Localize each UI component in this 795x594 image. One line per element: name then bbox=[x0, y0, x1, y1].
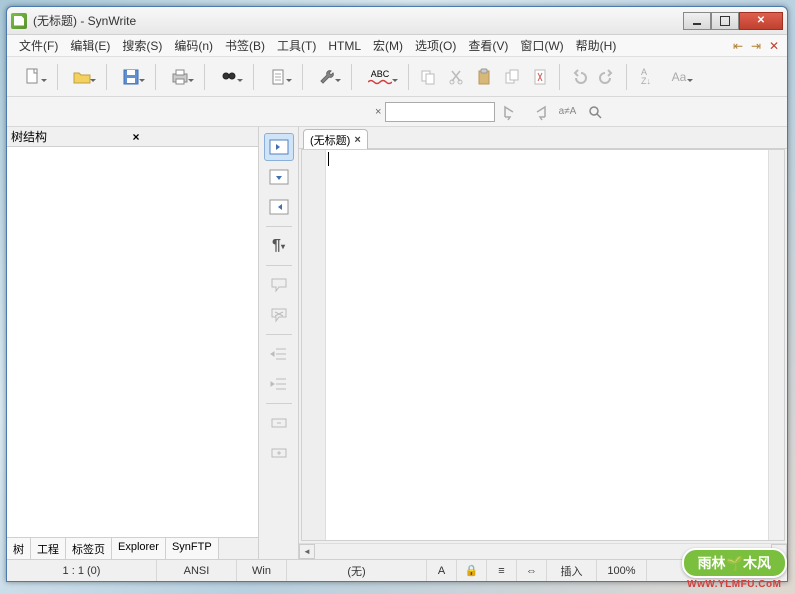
menu-view[interactable]: 查看(V) bbox=[462, 35, 514, 56]
quick-search-input[interactable] bbox=[385, 102, 495, 122]
sidebar-panel: 树结构 × 树 工程 标签页 Explorer SynFTP bbox=[7, 127, 259, 559]
save-button[interactable] bbox=[113, 61, 149, 93]
status-font-icon[interactable]: A bbox=[427, 560, 457, 581]
status-indent-icon[interactable]: ⇔ bbox=[517, 560, 547, 581]
horizontal-scrollbar[interactable]: ◄ ► bbox=[299, 543, 787, 559]
fold-icon[interactable] bbox=[264, 409, 294, 437]
panel-back-icon[interactable] bbox=[264, 133, 294, 161]
editor-gutter bbox=[302, 150, 326, 540]
status-extra: 2_ bbox=[647, 560, 787, 581]
pin-right-icon[interactable]: ⇥ bbox=[749, 39, 763, 53]
tab-strip: (无标题) × bbox=[299, 127, 787, 149]
editor-container bbox=[301, 149, 785, 541]
sort-button[interactable]: AZ↓ bbox=[633, 61, 659, 93]
window-title: (无标题) - SynWrite bbox=[33, 12, 683, 29]
menu-options[interactable]: 选项(O) bbox=[409, 35, 462, 56]
scroll-right-icon[interactable]: ► bbox=[771, 544, 787, 559]
font-button[interactable]: Aa bbox=[661, 61, 697, 93]
panel-down-icon[interactable] bbox=[264, 163, 294, 191]
spellcheck-label: ABC bbox=[371, 69, 390, 79]
document-button[interactable] bbox=[260, 61, 296, 93]
status-encoding[interactable]: ANSI bbox=[157, 560, 237, 581]
find-next-button[interactable] bbox=[499, 100, 523, 124]
duplicate-button[interactable] bbox=[499, 61, 525, 93]
delete-button[interactable] bbox=[527, 61, 553, 93]
editor-area: (无标题) × ◄ ► bbox=[299, 127, 787, 559]
new-file-button[interactable] bbox=[15, 61, 51, 93]
status-position: 1 : 1 (0) bbox=[7, 560, 157, 581]
app-icon bbox=[11, 13, 27, 29]
menu-window[interactable]: 窗口(W) bbox=[514, 35, 569, 56]
search-close-icon[interactable]: × bbox=[375, 106, 381, 118]
redo-button[interactable] bbox=[594, 61, 620, 93]
minimize-button[interactable] bbox=[683, 12, 711, 30]
find-prev-button[interactable] bbox=[527, 100, 551, 124]
sidebar-tab-tabs[interactable]: 标签页 bbox=[66, 538, 112, 559]
menu-edit[interactable]: 编辑(E) bbox=[64, 35, 116, 56]
tree-body[interactable] bbox=[7, 147, 258, 537]
undo-button[interactable] bbox=[566, 61, 592, 93]
indent-icon[interactable] bbox=[264, 340, 294, 368]
status-insert-mode[interactable]: 插入 bbox=[547, 560, 597, 581]
print-button[interactable] bbox=[162, 61, 198, 93]
maximize-button[interactable] bbox=[711, 12, 739, 30]
tab-close-icon[interactable]: × bbox=[354, 134, 360, 146]
menu-macro[interactable]: 宏(M) bbox=[367, 35, 409, 56]
paste-button[interactable] bbox=[471, 61, 497, 93]
menu-encoding[interactable]: 编码(n) bbox=[168, 35, 219, 56]
menu-file[interactable]: 文件(F) bbox=[13, 35, 64, 56]
titlebar[interactable]: (无标题) - SynWrite bbox=[7, 7, 787, 35]
match-case-button[interactable]: a≠A bbox=[555, 100, 579, 124]
sidebar-close-icon[interactable]: × bbox=[133, 130, 255, 144]
close-tab-icon[interactable]: ✕ bbox=[767, 39, 781, 53]
uncomment-icon[interactable] bbox=[264, 301, 294, 329]
search-options-button[interactable] bbox=[583, 100, 607, 124]
file-tab[interactable]: (无标题) × bbox=[303, 129, 368, 149]
editor-textarea[interactable] bbox=[326, 150, 768, 540]
vertical-scrollbar[interactable] bbox=[768, 150, 784, 540]
status-wrap-icon[interactable]: ≡ bbox=[487, 560, 517, 581]
tab-label: (无标题) bbox=[310, 132, 350, 148]
sidebar-tabs: 树 工程 标签页 Explorer SynFTP bbox=[7, 537, 258, 559]
sidebar-tab-project[interactable]: 工程 bbox=[31, 538, 66, 559]
spellcheck-button[interactable]: ABC bbox=[358, 61, 402, 93]
statusbar: 1 : 1 (0) ANSI Win (无) A 🔒 ≡ ⇔ 插入 100% 2… bbox=[7, 559, 787, 581]
sidebar-tab-synftp[interactable]: SynFTP bbox=[166, 538, 219, 559]
menu-html[interactable]: HTML bbox=[322, 37, 367, 55]
find-button[interactable] bbox=[211, 61, 247, 93]
status-zoom[interactable]: 100% bbox=[597, 560, 647, 581]
status-eol[interactable]: Win bbox=[237, 560, 287, 581]
menu-tools[interactable]: 工具(T) bbox=[271, 35, 322, 56]
comment-icon[interactable] bbox=[264, 271, 294, 299]
scroll-track[interactable] bbox=[315, 544, 771, 559]
open-button[interactable] bbox=[64, 61, 100, 93]
menubar: 文件(F) 编辑(E) 搜索(S) 编码(n) 书签(B) 工具(T) HTML… bbox=[7, 35, 787, 57]
unfold-icon[interactable] bbox=[264, 439, 294, 467]
status-lock-icon[interactable]: 🔒 bbox=[457, 560, 487, 581]
menu-search[interactable]: 搜索(S) bbox=[116, 35, 168, 56]
cut-button[interactable] bbox=[443, 61, 469, 93]
main-area: 树结构 × 树 工程 标签页 Explorer SynFTP ¶▾ bbox=[7, 127, 787, 559]
status-lexer[interactable]: (无) bbox=[287, 560, 427, 581]
app-window: (无标题) - SynWrite 文件(F) 编辑(E) 搜索(S) 编码(n)… bbox=[6, 6, 788, 582]
pin-left-icon[interactable]: ⇤ bbox=[731, 39, 745, 53]
menu-help[interactable]: 帮助(H) bbox=[570, 35, 623, 56]
tools-button[interactable] bbox=[309, 61, 345, 93]
unindent-icon[interactable] bbox=[264, 370, 294, 398]
panel-forward-icon[interactable] bbox=[264, 193, 294, 221]
close-button[interactable] bbox=[739, 12, 783, 30]
main-toolbar: ABC AZ↓ Aa bbox=[7, 57, 787, 97]
copy-button[interactable] bbox=[415, 61, 441, 93]
scroll-left-icon[interactable]: ◄ bbox=[299, 544, 315, 559]
pilcrow-icon[interactable]: ¶▾ bbox=[264, 232, 294, 260]
side-toolbar: ¶▾ bbox=[259, 127, 299, 559]
sidebar-tab-tree[interactable]: 树 bbox=[7, 538, 31, 559]
sidebar-title: 树结构 bbox=[11, 128, 133, 145]
sidebar-tab-explorer[interactable]: Explorer bbox=[112, 538, 166, 559]
text-cursor bbox=[328, 152, 329, 166]
search-toolbar: × a≠A bbox=[7, 97, 787, 127]
sidebar-header: 树结构 × bbox=[7, 127, 258, 147]
menu-bookmarks[interactable]: 书签(B) bbox=[219, 35, 271, 56]
